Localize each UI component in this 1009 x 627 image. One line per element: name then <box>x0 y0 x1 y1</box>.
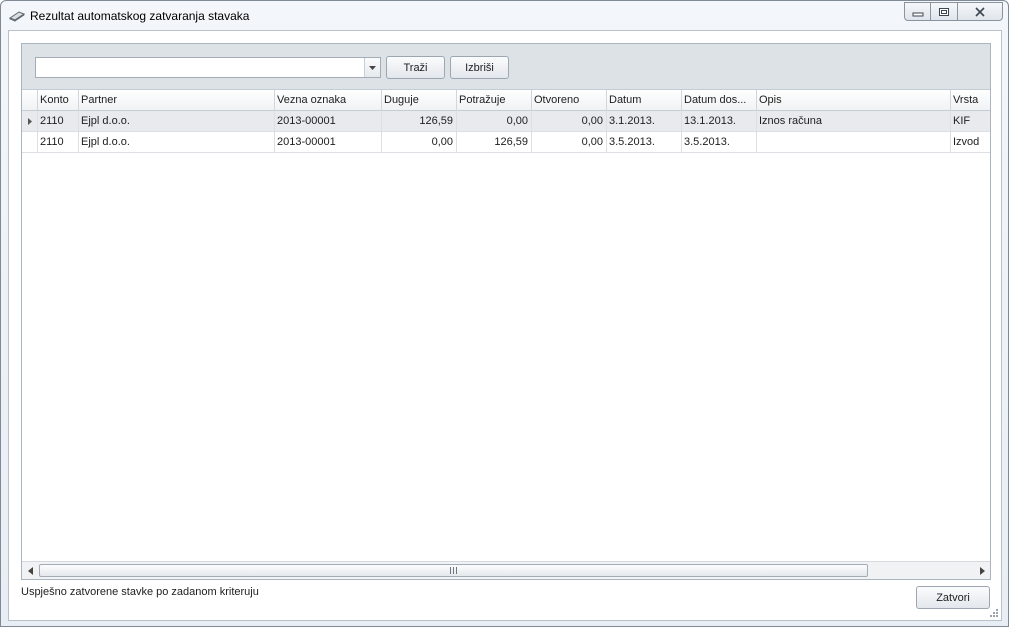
status-message: Uspješno zatvorene stavke po zadanom kri… <box>21 586 259 598</box>
row-pointer-icon <box>27 117 32 125</box>
cell-datum-dospijeca[interactable]: 3.5.2013. <box>682 132 757 152</box>
dialog-window: Rezultat automatskog zatvaranja stavaka <box>0 0 1009 627</box>
cell-datum-dospijeca[interactable]: 13.1.2013. <box>682 111 757 131</box>
cell-otvoreno[interactable]: 0,00 <box>532 132 607 152</box>
cell-konto[interactable]: 2110 <box>38 132 79 152</box>
row-indicator <box>22 111 38 131</box>
scroll-right-button[interactable] <box>977 566 987 576</box>
close-icon <box>975 6 985 17</box>
minimize-button[interactable] <box>904 2 931 21</box>
table-row[interactable]: 2110 Ejpl d.o.o. 2013-00001 0,00 126,59 … <box>22 132 990 153</box>
close-button[interactable] <box>957 2 1003 21</box>
app-icon <box>9 11 25 22</box>
cell-datum[interactable]: 3.1.2013. <box>607 111 682 131</box>
results-panel: Traži Izbriši Konto Partner Vezna oznaka… <box>21 43 991 580</box>
title-bar[interactable]: Rezultat automatskog zatvaranja stavaka <box>1 1 1008 31</box>
scrollbar-thumb[interactable] <box>39 564 868 577</box>
column-header-potrazuje[interactable]: Potražuje <box>457 90 532 111</box>
search-combo[interactable] <box>35 57 381 78</box>
cell-vrsta[interactable]: KIF <box>951 111 990 131</box>
column-header-datum[interactable]: Datum <box>607 90 682 111</box>
column-header-konto[interactable]: Konto <box>38 90 79 111</box>
window-controls <box>904 2 1003 21</box>
cell-partner[interactable]: Ejpl d.o.o. <box>79 132 275 152</box>
column-header-vrsta[interactable]: Vrsta <box>951 90 990 111</box>
cell-otvoreno[interactable]: 0,00 <box>532 111 607 131</box>
table-row[interactable]: 2110 Ejpl d.o.o. 2013-00001 126,59 0,00 … <box>22 111 990 132</box>
chevron-down-icon <box>369 65 376 70</box>
cell-vezna-oznaka[interactable]: 2013-00001 <box>275 132 382 152</box>
horizontal-scrollbar[interactable] <box>22 561 990 579</box>
restore-icon <box>939 7 949 16</box>
restore-button[interactable] <box>930 2 958 21</box>
cell-vrsta[interactable]: Izvod <box>951 132 990 152</box>
row-indicator <box>22 132 38 152</box>
combo-dropdown-button[interactable] <box>364 58 380 77</box>
cell-duguje[interactable]: 0,00 <box>382 132 457 152</box>
dialog-content: Traži Izbriši Konto Partner Vezna oznaka… <box>8 30 1002 621</box>
clear-button[interactable]: Izbriši <box>450 56 509 79</box>
resize-grip-icon[interactable] <box>989 608 998 617</box>
cell-datum[interactable]: 3.5.2013. <box>607 132 682 152</box>
column-header-opis[interactable]: Opis <box>757 90 951 111</box>
search-button[interactable]: Traži <box>386 56 445 79</box>
cell-konto[interactable]: 2110 <box>38 111 79 131</box>
minimize-icon <box>912 12 923 16</box>
window-title: Rezultat automatskog zatvaranja stavaka <box>30 9 250 23</box>
search-toolbar: Traži Izbriši <box>22 44 990 90</box>
cell-duguje[interactable]: 126,59 <box>382 111 457 131</box>
column-header-otvoreno[interactable]: Otvoreno <box>532 90 607 111</box>
scroll-left-button[interactable] <box>25 566 35 576</box>
row-indicator-header <box>22 90 38 110</box>
column-header-datum-dospijeca[interactable]: Datum dos... <box>682 90 757 111</box>
column-header-partner[interactable]: Partner <box>79 90 275 111</box>
cell-potrazuje[interactable]: 0,00 <box>457 111 532 131</box>
cell-partner[interactable]: Ejpl d.o.o. <box>79 111 275 131</box>
chevron-left-icon <box>27 567 33 575</box>
cell-opis[interactable]: Iznos računa <box>757 111 951 131</box>
results-grid: Konto Partner Vezna oznaka Duguje Potraž… <box>22 90 990 560</box>
cell-vezna-oznaka[interactable]: 2013-00001 <box>275 111 382 131</box>
cell-opis[interactable] <box>757 132 951 152</box>
close-dialog-button[interactable]: Zatvori <box>916 586 990 609</box>
chevron-right-icon <box>979 567 985 575</box>
column-header-duguje[interactable]: Duguje <box>382 90 457 111</box>
grid-header: Konto Partner Vezna oznaka Duguje Potraž… <box>22 90 990 111</box>
column-header-vezna-oznaka[interactable]: Vezna oznaka <box>275 90 382 111</box>
grip-icon <box>450 567 457 574</box>
cell-potrazuje[interactable]: 126,59 <box>457 132 532 152</box>
